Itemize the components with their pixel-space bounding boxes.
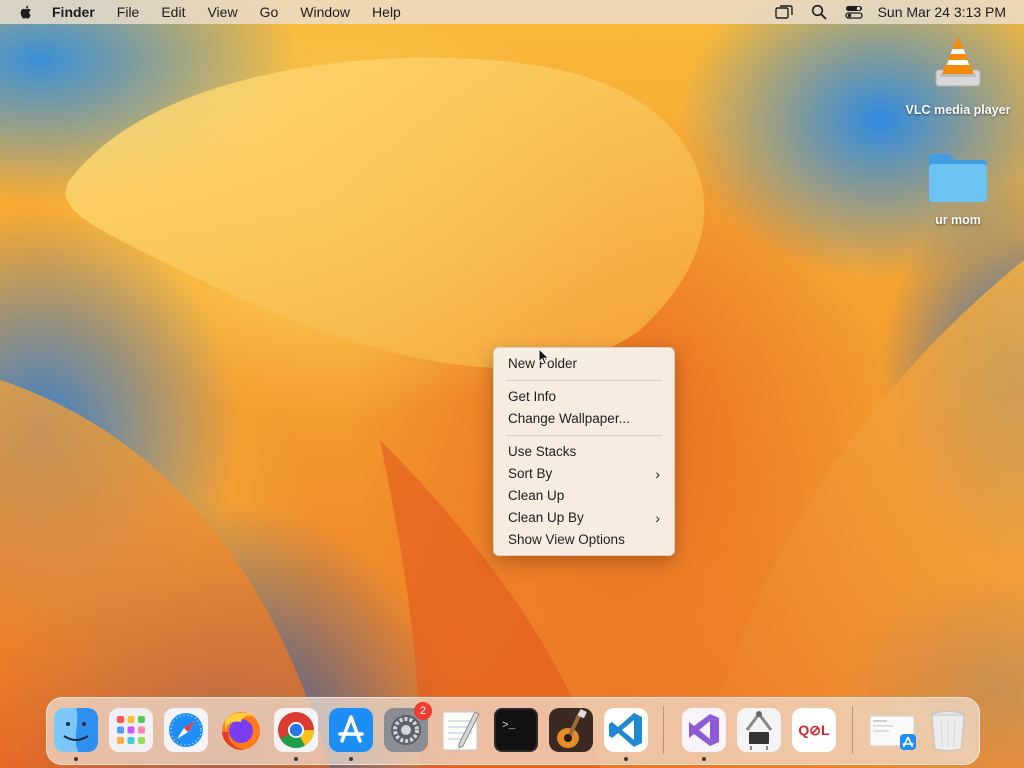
- menu-edit[interactable]: Edit: [161, 4, 185, 20]
- dock-visual-studio[interactable]: [682, 708, 726, 752]
- qol-app-icon: Q⊘L: [792, 708, 836, 752]
- menu-window[interactable]: Window: [300, 4, 350, 20]
- dock-separator: [663, 706, 664, 754]
- running-indicator: [624, 757, 628, 761]
- visual-studio-icon: [682, 708, 726, 752]
- desktop-icon-label: VLC media player: [905, 103, 1011, 117]
- finder-icon: [54, 708, 98, 752]
- dock-chrome[interactable]: [274, 708, 318, 752]
- firefox-icon: [222, 712, 260, 751]
- menu-item-change-wallpaper[interactable]: Change Wallpaper...: [508, 409, 664, 429]
- folder-icon: [929, 154, 987, 202]
- menu-view[interactable]: View: [207, 4, 237, 20]
- menu-separator: [506, 435, 662, 436]
- dock-terminal[interactable]: >_: [494, 708, 538, 752]
- dock-garageband[interactable]: [549, 708, 593, 752]
- menu-bar: Finder File Edit View Go Window Help Sun…: [0, 0, 1024, 24]
- chevron-right-icon: ›: [655, 466, 660, 482]
- running-indicator: [702, 757, 706, 761]
- trash-icon: [931, 711, 965, 751]
- menu-separator: [506, 380, 662, 381]
- notification-badge: 2: [414, 702, 432, 720]
- desktop-icon-label: ur mom: [935, 213, 981, 227]
- menu-help[interactable]: Help: [372, 4, 401, 20]
- desktop-icon-vlc[interactable]: VLC media player: [903, 34, 1013, 117]
- menu-item-label: Get Info: [508, 389, 557, 404]
- spotlight-search-icon[interactable]: [809, 4, 829, 20]
- dock-system-information[interactable]: [737, 708, 781, 752]
- qol-app-logo-text: Q⊘L: [798, 722, 830, 738]
- system-information-icon: [737, 708, 781, 752]
- terminal-prompt: >_: [502, 720, 516, 732]
- dock-downloads-stack[interactable]: [868, 708, 916, 752]
- dock-textedit[interactable]: [439, 708, 483, 752]
- control-center-icon[interactable]: [844, 4, 864, 20]
- chrome-icon: [274, 708, 318, 752]
- status-area: Sun Mar 24 3:13 PM: [759, 0, 1006, 24]
- menu-item-label: Use Stacks: [508, 444, 577, 459]
- desktop-icon-folder[interactable]: ur mom: [903, 150, 1013, 227]
- dock-safari[interactable]: [164, 708, 208, 752]
- terminal-icon: >_: [494, 708, 538, 752]
- menu-item-clean-up[interactable]: Clean Up: [508, 486, 664, 506]
- dock-separator: [852, 706, 853, 754]
- dock-finder[interactable]: [54, 708, 98, 752]
- dock-app-store[interactable]: [329, 708, 373, 752]
- dock-vscode[interactable]: [604, 708, 648, 752]
- dock-trash[interactable]: [926, 708, 970, 752]
- screen-mirroring-icon[interactable]: [774, 4, 794, 20]
- desktop-context-menu: New Folder Get Info Change Wallpaper... …: [493, 347, 675, 556]
- garageband-icon: [549, 708, 593, 752]
- dock-qol-app[interactable]: Q⊘L: [792, 708, 836, 752]
- apple-menu-icon[interactable]: [18, 4, 34, 20]
- menubar-clock[interactable]: Sun Mar 24 3:13 PM: [878, 4, 1006, 20]
- menu-item-clean-up-by[interactable]: Clean Up By ›: [508, 508, 664, 528]
- menu-file[interactable]: File: [117, 4, 140, 20]
- menu-item-show-view-options[interactable]: Show View Options: [508, 530, 664, 550]
- menu-item-label: Clean Up: [508, 488, 565, 503]
- menu-item-use-stacks[interactable]: Use Stacks: [508, 442, 664, 462]
- vlc-icon: [935, 36, 981, 87]
- menu-item-label: Show View Options: [508, 532, 625, 547]
- menu-item-new-folder[interactable]: New Folder: [508, 354, 664, 374]
- safari-icon: [164, 708, 208, 752]
- chevron-right-icon: ›: [655, 510, 660, 526]
- launchpad-icon: [109, 708, 153, 752]
- textedit-icon: [442, 711, 480, 751]
- menu-go[interactable]: Go: [260, 4, 279, 20]
- menu-item-label: Change Wallpaper...: [508, 411, 630, 426]
- running-indicator: [294, 757, 298, 761]
- menu-item-sort-by[interactable]: Sort By ›: [508, 464, 664, 484]
- menu-item-label: Sort By: [508, 466, 553, 481]
- running-indicator: [349, 757, 353, 761]
- menu-item-get-info[interactable]: Get Info: [508, 387, 664, 407]
- running-indicator: [74, 757, 78, 761]
- dock-firefox[interactable]: [219, 708, 263, 752]
- app-store-icon: [329, 708, 373, 752]
- dock-launchpad[interactable]: [109, 708, 153, 752]
- vscode-icon: [604, 708, 648, 752]
- downloads-stack-icon: [869, 715, 916, 750]
- menu-item-label: Clean Up By: [508, 510, 584, 525]
- mouse-pointer-icon: [538, 348, 550, 366]
- menu-finder[interactable]: Finder: [52, 4, 95, 20]
